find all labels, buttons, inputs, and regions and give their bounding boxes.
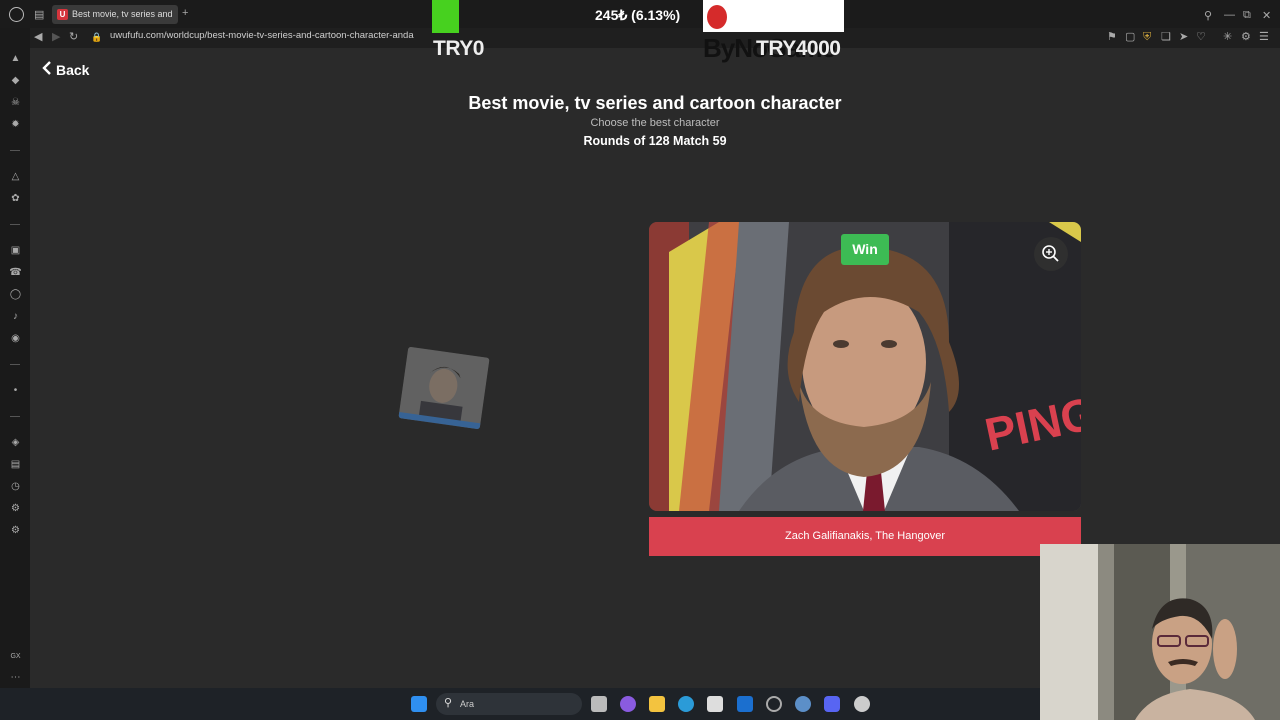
divider: [10, 224, 20, 225]
taskview-icon[interactable]: [591, 696, 607, 712]
new-tab-button[interactable]: +: [182, 7, 188, 19]
sidebar-extensions-icon[interactable]: ⚙: [9, 502, 22, 515]
sidebar-more-button[interactable]: ⋯: [9, 671, 22, 684]
sidebar-settings-icon[interactable]: ⚙: [9, 524, 22, 537]
goal-start-label: TRY0: [433, 37, 484, 60]
winner-caption[interactable]: Zach Galifianakis, The Hangover: [649, 517, 1081, 556]
back-label: Back: [56, 62, 90, 78]
round-counter: Rounds of 128 Match 59: [583, 134, 727, 148]
active-tab[interactable]: U Best movie, tv series and: [52, 5, 178, 24]
search-tabs-icon[interactable]: ⚲: [1204, 9, 1212, 22]
taskbar-search[interactable]: ⚲: [436, 693, 582, 715]
app-icon[interactable]: [854, 696, 870, 712]
back-button[interactable]: Back: [42, 61, 89, 78]
chevron-left-icon: [42, 61, 52, 78]
webcam-overlay: [1040, 544, 1280, 720]
store-icon[interactable]: [707, 696, 723, 712]
taskbar-search-placeholder: Ara: [460, 699, 475, 709]
sidebar-bookmarks-icon[interactable]: ▤: [9, 458, 22, 471]
page-subtitle: Choose the best character: [590, 117, 720, 129]
sidebar-discord-icon[interactable]: ◉: [9, 332, 22, 345]
app-icon[interactable]: [795, 696, 811, 712]
extension-icon[interactable]: ⚙: [1241, 31, 1251, 43]
flying-candidate-thumbnail: [398, 346, 490, 430]
page-title: Best movie, tv series and cartoon charac…: [468, 93, 842, 113]
snapshot-icon[interactable]: ▢: [1125, 31, 1135, 43]
goal-end-label: TRY4000: [756, 37, 841, 60]
search-icon: ⚲: [444, 697, 453, 709]
sidebar-tiktok-icon[interactable]: ♪: [9, 310, 22, 323]
zoom-in-icon: [1042, 245, 1059, 262]
divider: [10, 150, 20, 151]
reload-icon[interactable]: ↻: [69, 31, 78, 43]
bookmark-icon[interactable]: ⚑: [1107, 31, 1117, 43]
edge-icon[interactable]: [678, 696, 694, 712]
restore-icon[interactable]: ⧉: [1243, 9, 1251, 22]
divider: [10, 416, 20, 417]
donation-progress-bar: [432, 0, 459, 33]
translate-icon[interactable]: ❏: [1161, 31, 1171, 43]
divider: [10, 364, 20, 365]
sidebar-history-icon[interactable]: ◷: [9, 480, 22, 493]
send-icon[interactable]: ➤: [1179, 31, 1188, 43]
tab-island-icon[interactable]: ▤: [34, 8, 44, 21]
winner-image[interactable]: PING: [649, 222, 1081, 511]
lock-icon: 🔒: [91, 32, 103, 42]
sidebar-instagram-icon[interactable]: ◯: [9, 288, 22, 301]
sidebar-pinboard-icon[interactable]: ◈: [9, 436, 22, 449]
uwufufu-favicon-icon: U: [57, 9, 68, 20]
discord-icon[interactable]: [824, 696, 840, 712]
win-badge: Win: [841, 234, 889, 265]
easy-setup-icon[interactable]: ☰: [1259, 31, 1269, 43]
outlook-icon[interactable]: [737, 696, 753, 712]
bynogame-logo: ByNoGame: [703, 0, 844, 63]
sidebar-aria-icon[interactable]: △: [9, 170, 22, 183]
sidebar-twitch-icon[interactable]: ▣: [9, 244, 22, 257]
tab-title: Best movie, tv series and: [72, 9, 173, 19]
sidebar-gx-control-icon[interactable]: ▲: [9, 52, 22, 65]
opera-logo-icon[interactable]: [9, 7, 24, 22]
adblock-shield-icon[interactable]: ⛨: [1143, 31, 1151, 43]
back-nav-icon[interactable]: ◀: [34, 31, 42, 43]
extension-icon[interactable]: ✳: [1223, 31, 1232, 43]
url-field[interactable]: uwufufu.com/worldcup/best-movie-tv-serie…: [110, 30, 414, 41]
minimize-icon[interactable]: —: [1224, 9, 1235, 21]
sidebar-chatgpt-icon[interactable]: ✿: [9, 192, 22, 205]
opera-gx-icon[interactable]: [766, 696, 782, 712]
sidebar-more-icon[interactable]: •: [9, 384, 22, 397]
donation-amount: 245₺ (6.13%): [595, 7, 681, 23]
close-window-icon[interactable]: ✕: [1262, 9, 1271, 22]
forward-nav-icon[interactable]: ▶: [52, 31, 60, 43]
bynogame-mark-icon: [707, 5, 727, 29]
heart-icon[interactable]: ♡: [1196, 31, 1206, 43]
sidebar-gx-corner-icon[interactable]: ◆: [9, 74, 22, 87]
file-explorer-icon[interactable]: [649, 696, 665, 712]
sidebar-whatsapp-icon[interactable]: ☎: [9, 266, 22, 279]
sidebar-gx-label: GX: [10, 653, 21, 660]
zoom-button[interactable]: [1034, 237, 1068, 271]
copilot-icon[interactable]: [620, 696, 636, 712]
windows-start-icon[interactable]: [411, 696, 427, 712]
